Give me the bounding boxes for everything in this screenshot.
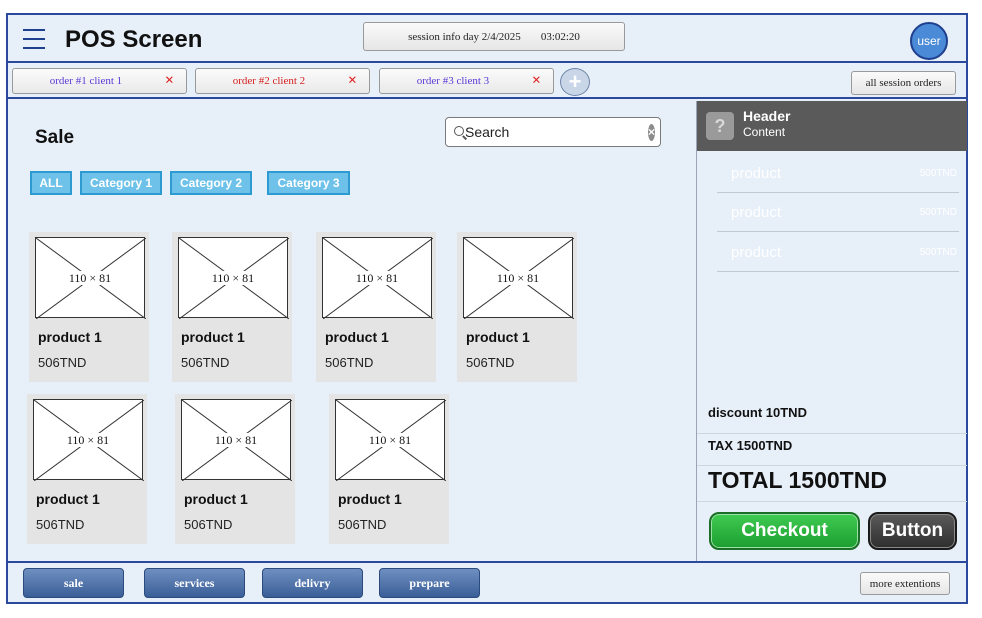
product-image-placeholder: 110 × 81 [35,237,146,319]
add-order-plus-icon[interactable]: + [560,68,590,96]
product-card[interactable]: 110 × 81 product 1 506TND [172,232,292,382]
checkout-button[interactable]: Checkout [709,512,860,550]
product-price: 506TND [181,355,230,370]
hamburger-menu-icon[interactable] [23,29,45,51]
close-icon[interactable]: × [348,73,357,89]
order-tab-label: order #3 client 3 [416,75,490,87]
top-bar: POS Screen session info day 2/4/2025 03:… [8,15,966,63]
all-session-orders-button[interactable]: all session orders [851,71,956,95]
cart-item-price: 500TND [919,247,957,258]
pos-window: POS Screen session info day 2/4/2025 03:… [6,13,968,604]
product-name: product 1 [338,491,402,507]
product-image-placeholder: 110 × 81 [33,399,144,481]
category-3-button[interactable]: Category 3 [267,171,350,195]
order-tabs-bar: order #1 client 1 × order #2 client 2 × … [8,65,966,99]
image-size-label: 110 × 81 [494,271,542,285]
cart-header-title: Header [743,108,791,124]
product-name: product 1 [38,329,102,345]
product-card[interactable]: 110 × 81 product 1 506TND [329,394,449,544]
category-2-button[interactable]: Category 2 [170,171,252,195]
cart-header: ? Header Content [697,101,967,151]
sale-title: Sale [35,127,75,148]
order-tab-1[interactable]: order #1 client 1 × [12,68,187,94]
more-extensions-button[interactable]: more extentions [860,572,950,595]
product-card[interactable]: 110 × 81 product 1 506TND [27,394,147,544]
category-1-button[interactable]: Category 1 [80,171,162,195]
product-price: 506TND [38,355,87,370]
cart-item[interactable]: product 500TND [717,194,959,232]
search-box: × [445,117,661,147]
nav-services-button[interactable]: services [144,568,245,598]
image-size-label: 110 × 81 [366,433,414,447]
session-info: session info day 2/4/2025 03:02:20 [363,22,625,51]
product-image-placeholder: 110 × 81 [181,399,292,481]
image-size-label: 110 × 81 [353,271,401,285]
nav-prepare-button[interactable]: prepare [379,568,480,598]
nav-sale-button[interactable]: sale [23,568,124,598]
cart-item-name: product [731,204,782,221]
cart-item-price: 500TND [919,207,957,218]
product-image-placeholder: 110 × 81 [335,399,446,481]
cart-item-price: 500TND [919,168,957,179]
product-name: product 1 [36,491,100,507]
clear-search-icon[interactable]: × [647,123,655,141]
product-image-placeholder: 110 × 81 [178,237,289,319]
product-price: 506TND [466,355,515,370]
sale-area: Sale × ALL Category 1 Category 2 Categor… [8,101,696,561]
product-card[interactable]: 110 × 81 product 1 506TND [29,232,149,382]
bottom-nav-bar: sale services delivry prepare more exten… [8,561,966,602]
category-all-button[interactable]: ALL [30,171,72,195]
image-size-label: 110 × 81 [209,271,257,285]
product-image-placeholder: 110 × 81 [463,237,574,319]
order-tab-3[interactable]: order #3 client 3 × [379,68,554,94]
close-icon[interactable]: × [165,73,174,89]
product-image-placeholder: 110 × 81 [322,237,433,319]
product-name: product 1 [181,329,245,345]
product-name: product 1 [184,491,248,507]
product-name: product 1 [325,329,389,345]
order-tab-label: order #2 client 2 [232,75,306,87]
product-name: product 1 [466,329,530,345]
search-icon [454,125,464,139]
product-price: 506TND [184,517,233,532]
session-time: 03:02:20 [540,30,580,43]
app-title: POS Screen [65,26,203,53]
product-card[interactable]: 110 × 81 product 1 506TND [175,394,295,544]
user-avatar-button[interactable]: user [910,22,948,60]
help-icon: ? [706,112,734,140]
cart-item[interactable]: product 500TND [717,155,959,193]
divider [697,465,967,466]
product-card[interactable]: 110 × 81 product 1 506TND [457,232,577,382]
product-card[interactable]: 110 × 81 product 1 506TND [316,232,436,382]
secondary-button[interactable]: Button [868,512,957,550]
product-price: 506TND [338,517,387,532]
nav-delivery-button[interactable]: delivry [262,568,363,598]
cart-panel: ? Header Content product 500TND product … [696,101,967,561]
session-date: session info day 2/4/2025 [408,30,521,43]
cart-header-content: Content [743,125,786,139]
discount-text: discount 10TND [708,405,807,420]
cart-item[interactable]: product 500TND [717,234,959,272]
product-price: 506TND [325,355,374,370]
image-size-label: 110 × 81 [64,433,112,447]
image-size-label: 110 × 81 [66,271,114,285]
image-size-label: 110 × 81 [212,433,260,447]
search-input[interactable] [462,123,648,141]
divider [697,433,967,434]
cart-item-name: product [731,244,782,261]
divider [697,501,967,502]
order-tab-label: order #1 client 1 [49,75,123,87]
order-tab-2[interactable]: order #2 client 2 × [195,68,370,94]
total-text: TOTAL 1500TND [708,467,887,493]
cart-item-name: product [731,165,782,182]
tax-text: TAX 1500TND [708,438,793,453]
product-price: 506TND [36,517,85,532]
close-icon[interactable]: × [532,73,541,89]
